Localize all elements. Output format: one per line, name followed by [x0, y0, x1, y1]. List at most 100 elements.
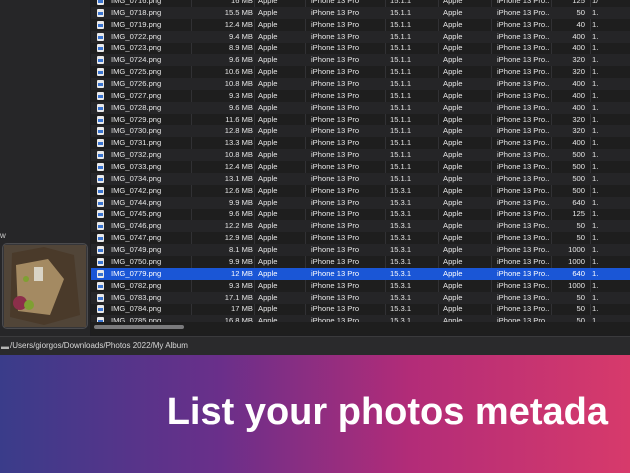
table-cell: 500	[572, 173, 585, 183]
metadata-table[interactable]: IMG_0716.png 16 MB Apple iPhone 13 Pro 15.1.…	[91, 0, 630, 325]
table-cell: Apple	[443, 7, 463, 17]
table-cell: 50	[576, 292, 585, 302]
table-row[interactable]: IMG_0745.png 9.6 MB Apple iPhone 13 Pro 15.3…	[91, 208, 630, 220]
table-row[interactable]: IMG_0746.png 12.2 MB Apple iPhone 13 Pro 15.…	[91, 220, 630, 233]
table-cell: iPhone 13 Pro...	[497, 268, 549, 278]
table-row[interactable]: IMG_0783.png 17.1 MB Apple iPhone 13 Pro 15.…	[91, 291, 630, 304]
table-cell: 12.4 MB	[224, 19, 253, 29]
table-row[interactable]: IMG_0731.png 13.3 MB Apple iPhone 13 Pro 15.…	[91, 137, 630, 149]
table-row[interactable]: IMG_0784.png 17 MB Apple iPhone 13 Pro 15.3.…	[91, 303, 630, 315]
table-cell: iPhone 13 Pro...	[497, 280, 549, 290]
png-file-icon	[97, 8, 104, 17]
scrollbar-thumb[interactable]	[94, 325, 184, 329]
table-row[interactable]: IMG_0726.png 10.8 MB Apple iPhone 13 Pro 15.…	[91, 78, 630, 91]
table-cell: 15.1.1	[390, 19, 412, 29]
table-row[interactable]: IMG_0722.png 9.4 MB Apple iPhone 13 Pro 15.1…	[91, 30, 630, 43]
table-row[interactable]: IMG_0719.png 12.4 MB Apple iPhone 13 Pro 15.…	[91, 19, 630, 31]
table-row[interactable]: IMG_0725.png 10.6 MB Apple iPhone 13 Pro 15.…	[91, 66, 630, 78]
table-cell: 320	[572, 126, 585, 136]
table-row[interactable]: IMG_0723.png 8.9 MB Apple iPhone 13 Pro 15.1…	[91, 42, 630, 54]
table-cell: 15.3.1	[390, 304, 412, 314]
table-cell: iPhone 13 Pro...	[497, 209, 549, 219]
table-cell: 8.9 MB	[228, 43, 253, 53]
table-cell: 1.	[592, 19, 599, 29]
table-row[interactable]: IMG_0730.png 12.8 MB Apple iPhone 13 Pro 15.…	[91, 125, 630, 138]
table-row[interactable]: IMG_0734.png 13.1 MB Apple iPhone 13 Pro 15.…	[91, 172, 630, 185]
table-cell: Apple	[443, 197, 463, 207]
photo-thumbnail[interactable]	[2, 243, 88, 329]
table-cell: iPhone 13 Pro	[311, 233, 360, 243]
table-cell: Apple	[258, 245, 278, 255]
png-file-icon	[97, 198, 104, 207]
table-cell: 1.	[592, 173, 599, 183]
table-cell: Apple	[443, 90, 463, 100]
png-file-icon	[97, 0, 104, 5]
table-cell: Apple	[443, 31, 463, 41]
table-cell: 1.	[592, 185, 599, 195]
table-cell: IMG_0729.png	[111, 114, 162, 124]
table-cell: 1.	[592, 7, 599, 17]
table-row[interactable]: IMG_0728.png 9.6 MB Apple iPhone 13 Pro 15.1…	[91, 101, 630, 114]
png-file-icon	[97, 44, 104, 53]
table-cell: Apple	[443, 150, 463, 160]
horizontal-scrollbar[interactable]	[91, 322, 630, 335]
png-file-icon	[97, 305, 104, 314]
table-cell: 50	[576, 221, 585, 231]
table-cell: Apple	[258, 268, 278, 278]
folder-icon: ▬	[1, 342, 9, 351]
table-row[interactable]: IMG_0747.png 12.9 MB Apple iPhone 13 Pro 15.…	[91, 232, 630, 244]
table-cell: iPhone 13 Pro...	[497, 43, 549, 53]
table-cell: iPhone 13 Pro	[311, 209, 360, 219]
folder-path: /Users/giorgos/Downloads/Photos 2022/My …	[10, 341, 188, 350]
table-row[interactable]: IMG_0729.png 11.6 MB Apple iPhone 13 Pro 15.…	[91, 114, 630, 126]
table-cell: IMG_0744.png	[111, 197, 162, 207]
table-row[interactable]: IMG_0742.png 12.6 MB Apple iPhone 13 Pro 15.…	[91, 185, 630, 197]
table-row[interactable]: IMG_0724.png 9.6 MB Apple iPhone 13 Pro 15.1…	[91, 54, 630, 67]
table-row[interactable]: IMG_0749.png 8.1 MB Apple iPhone 13 Pro 15.3…	[91, 244, 630, 257]
table-cell: 12 MB	[231, 268, 253, 278]
table-row[interactable]: IMG_0727.png 9.3 MB Apple iPhone 13 Pro 15.1…	[91, 90, 630, 102]
table-row[interactable]: IMG_0733.png 12.4 MB Apple iPhone 13 Pro 15.…	[91, 161, 630, 173]
table-row[interactable]: IMG_0732.png 10.8 MB Apple iPhone 13 Pro 15.…	[91, 149, 630, 162]
table-cell: Apple	[443, 292, 463, 302]
png-file-icon	[97, 234, 104, 243]
table-cell: 15.1.1	[390, 90, 412, 100]
table-row[interactable]: IMG_0750.png 9.9 MB Apple iPhone 13 Pro 15.3…	[91, 256, 630, 268]
table-cell: 1.	[592, 43, 599, 53]
table-cell: iPhone 13 Pro	[311, 43, 360, 53]
table-row[interactable]: IMG_0782.png 9.3 MB Apple iPhone 13 Pro 15.3…	[91, 280, 630, 292]
table-cell: 15.1.1	[390, 79, 412, 89]
table-cell: 1.	[592, 150, 599, 160]
table-cell: iPhone 13 Pro...	[497, 55, 549, 65]
table-cell: 400	[572, 138, 585, 148]
png-file-icon	[97, 257, 104, 266]
table-cell: IMG_0727.png	[111, 90, 162, 100]
png-file-icon	[97, 139, 104, 148]
table-cell: 1.	[592, 162, 599, 172]
table-cell: Apple	[443, 245, 463, 255]
table-row[interactable]: IMG_0718.png 15.5 MB Apple iPhone 13 Pro 15.…	[91, 6, 630, 19]
banner-headline: List your photos metada	[166, 391, 608, 433]
table-cell: Apple	[258, 173, 278, 183]
promo-banner: List your photos metada	[0, 355, 630, 473]
table-cell: Apple	[258, 126, 278, 136]
png-file-icon	[97, 293, 104, 302]
table-cell: 12.2 MB	[224, 221, 253, 231]
table-cell: Apple	[443, 268, 463, 278]
table-cell: iPhone 13 Pro...	[497, 114, 549, 124]
table-row[interactable]: IMG_0744.png 9.9 MB Apple iPhone 13 Pro 15.3…	[91, 196, 630, 209]
photo-preview-image	[4, 245, 86, 327]
table-cell: IMG_0724.png	[111, 55, 162, 65]
table-cell: 9.3 MB	[228, 90, 253, 100]
table-cell: Apple	[258, 162, 278, 172]
table-cell: 10.8 MB	[224, 150, 253, 160]
table-cell: iPhone 13 Pro	[311, 114, 360, 124]
table-row-selected[interactable]: IMG_0779.png 12 MB Apple iPhone 13 Pro 15.3.…	[91, 267, 630, 280]
table-cell: IMG_0784.png	[111, 304, 162, 314]
table-cell: Apple	[258, 31, 278, 41]
table-cell: IMG_0733.png	[111, 162, 162, 172]
table-cell: iPhone 13 Pro...	[497, 138, 549, 148]
png-file-icon	[97, 222, 104, 231]
png-file-icon	[97, 115, 104, 124]
table-cell: iPhone 13 Pro	[311, 197, 360, 207]
